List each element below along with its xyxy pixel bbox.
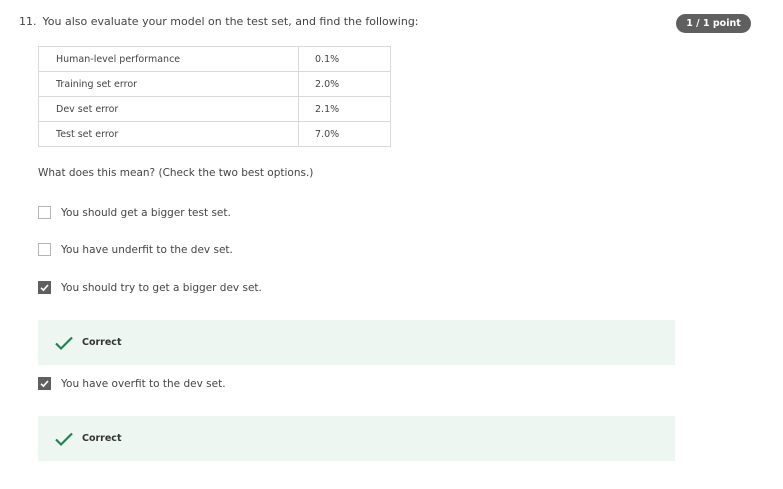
value-cell: 0.1%: [298, 46, 391, 72]
table-row: Test set error 7.0%: [38, 121, 391, 147]
table-row: Human-level performance 0.1%: [38, 46, 391, 72]
table-row: Dev set error 2.1%: [38, 96, 391, 122]
feedback-correct: Correct: [38, 416, 675, 461]
check-icon: [55, 432, 73, 446]
metric-cell: Test set error: [38, 121, 299, 147]
checkbox-checked[interactable]: [38, 281, 51, 294]
option-2[interactable]: You have underfit to the dev set.: [38, 243, 233, 256]
option-4[interactable]: You have overfit to the dev set.: [38, 377, 226, 390]
checkmark-icon: [40, 380, 49, 388]
value-cell: 7.0%: [298, 121, 391, 147]
feedback-correct: Correct: [38, 320, 675, 365]
metric-cell: Human-level performance: [38, 46, 299, 72]
option-3[interactable]: You should try to get a bigger dev set.: [38, 281, 262, 294]
question-number: 11.: [19, 15, 37, 28]
feedback-text: Correct: [82, 337, 122, 348]
option-label: You should try to get a bigger dev set.: [61, 281, 262, 294]
option-1[interactable]: You should get a bigger test set.: [38, 206, 231, 219]
checkmark-icon: [40, 284, 49, 292]
feedback-text: Correct: [82, 433, 122, 444]
option-label: You have underfit to the dev set.: [61, 243, 233, 256]
question-header: 11. You also evaluate your model on the t…: [19, 15, 419, 28]
option-label: You have overfit to the dev set.: [61, 377, 226, 390]
check-icon: [55, 336, 73, 350]
metric-cell: Dev set error: [38, 96, 299, 122]
checkbox[interactable]: [38, 206, 51, 219]
option-label: You should get a bigger test set.: [61, 206, 231, 219]
results-table: Human-level performance 0.1% Training se…: [38, 46, 391, 147]
value-cell: 2.1%: [298, 96, 391, 122]
question-prompt: What does this mean? (Check the two best…: [38, 167, 314, 179]
value-cell: 2.0%: [298, 71, 391, 97]
score-badge: 1 / 1 point: [676, 14, 751, 33]
metric-cell: Training set error: [38, 71, 299, 97]
question-text: You also evaluate your model on the test…: [42, 15, 419, 28]
table-row: Training set error 2.0%: [38, 71, 391, 97]
checkbox-checked[interactable]: [38, 377, 51, 390]
checkbox[interactable]: [38, 243, 51, 256]
